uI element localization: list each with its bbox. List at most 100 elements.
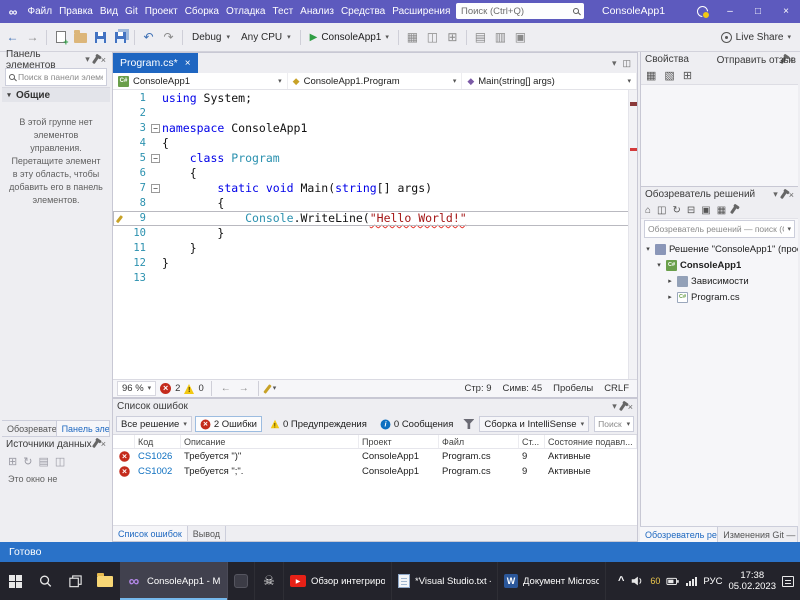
solution-explorer-header[interactable]: Обозреватель решений ▾ × <box>641 187 798 202</box>
tree-item-2[interactable]: ▸Зависимости <box>641 273 798 289</box>
error-column-header-icon[interactable] <box>113 435 135 448</box>
code-line-4[interactable]: 4{ <box>113 136 637 151</box>
fold-collapse-icon[interactable]: − <box>151 124 160 133</box>
error-scope-dropdown[interactable]: Все решение ▾ <box>116 416 192 432</box>
error-column-header-1[interactable]: Описание <box>181 435 359 448</box>
rows-icon[interactable]: ▤ <box>38 455 48 468</box>
toolbox-search-box[interactable] <box>5 68 107 86</box>
code-line-3[interactable]: 3−namespace ConsoleApp1 <box>113 121 637 136</box>
battery-icon[interactable] <box>666 574 680 588</box>
error-search-input[interactable] <box>598 419 623 429</box>
error-column-header-0[interactable]: Код <box>135 435 181 448</box>
menu-item-9[interactable]: Средства <box>337 0 388 23</box>
line-number[interactable]: 3 <box>126 121 149 136</box>
platform-dropdown[interactable]: Any CPU ▾ <box>236 28 296 47</box>
line-number[interactable]: 13 <box>126 271 149 286</box>
pin-icon[interactable] <box>92 440 99 448</box>
redo-icon[interactable]: ↷ <box>159 28 178 47</box>
save-icon[interactable] <box>91 28 110 47</box>
start-button[interactable] <box>0 562 30 600</box>
fold-collapse-icon[interactable]: − <box>151 154 160 163</box>
menu-item-0[interactable]: Файл <box>24 0 56 23</box>
code-line-10[interactable]: 10 } <box>113 226 637 241</box>
line-number[interactable]: 6 <box>126 166 149 181</box>
solution-search-input[interactable] <box>648 224 784 234</box>
warnings-filter-button[interactable]: 0 Предупреждения <box>265 416 372 432</box>
filter-icon[interactable] <box>463 419 474 429</box>
menu-item-1[interactable]: Правка <box>56 0 97 23</box>
messages-filter-button[interactable]: 0 Сообщения <box>375 416 458 432</box>
toolbox-dock-tab-0[interactable]: Обозревате... <box>2 421 57 436</box>
error-column-header-4[interactable]: Ст... <box>519 435 545 448</box>
navigate-back-icon[interactable]: ← <box>219 382 233 396</box>
code-line-8[interactable]: 8 { <box>113 196 637 211</box>
code-line-6[interactable]: 6 { <box>113 166 637 181</box>
columns-icon[interactable]: ◫ <box>423 28 442 47</box>
chevron-down-icon[interactable]: ▾ <box>612 58 617 69</box>
code-line-7[interactable]: 7− static void Main(string[] args) <box>113 181 637 196</box>
list-columns-icon[interactable]: ▥ <box>491 28 510 47</box>
errorlist-dock-tab-1[interactable]: Вывод <box>188 526 226 541</box>
toolbox-header[interactable]: Панель элементов ▾ × <box>2 52 110 67</box>
error-list-header[interactable]: Список ошибок ▾ × <box>113 399 637 414</box>
menu-item-3[interactable]: Git <box>121 0 141 23</box>
menu-item-2[interactable]: Вид <box>96 0 121 23</box>
taskbar-app-5[interactable]: WДокумент Microso... <box>498 562 606 600</box>
switch-views-icon[interactable]: ◫ <box>657 205 666 216</box>
toolbox-dock-tab-1[interactable]: Панель эле... <box>57 421 110 436</box>
code-editor[interactable]: 1using System;23−namespace ConsoleApp14{… <box>113 90 637 379</box>
refresh-icon[interactable]: ↻ <box>673 205 681 216</box>
line-number[interactable]: 1 <box>126 91 149 106</box>
expander-down-icon[interactable]: ▾ <box>644 245 652 253</box>
tree-item-3[interactable]: ▸C#Program.cs <box>641 289 798 305</box>
tree-item-0[interactable]: ▾Решение "ConsoleApp1" (проекты: 1 из 1) <box>641 241 798 257</box>
minimize-button[interactable]: – <box>716 0 744 23</box>
data-sources-header[interactable]: Источники данных × <box>2 436 110 451</box>
action-center-icon[interactable] <box>782 576 794 587</box>
collapse-all-icon[interactable]: ⊟ <box>687 205 695 216</box>
chevron-down-icon[interactable]: ▾ <box>85 54 90 65</box>
taskbar-app-2[interactable]: ☠ <box>255 562 284 600</box>
menu-item-10[interactable]: Расширения <box>389 0 454 23</box>
taskbar-app-3[interactable]: ▶Обзор интегриров... <box>284 562 392 600</box>
edit-mode-pencil-icon[interactable] <box>263 384 272 394</box>
line-number[interactable]: 7 <box>126 181 149 196</box>
menu-item-7[interactable]: Тест <box>269 0 297 23</box>
pin-icon[interactable] <box>780 190 787 198</box>
error-column-header-3[interactable]: Файл <box>439 435 519 448</box>
toolbox-search-input[interactable] <box>18 72 103 82</box>
code-line-12[interactable]: 12} <box>113 256 637 271</box>
menu-item-8[interactable]: Анализ <box>297 0 338 23</box>
error-count-icon[interactable] <box>160 383 171 394</box>
code-line-13[interactable]: 13 <box>113 271 637 286</box>
pin-icon[interactable] <box>92 55 99 63</box>
errors-filter-button[interactable]: 2 Ошибки <box>195 416 262 432</box>
open-folder-icon[interactable] <box>71 28 90 47</box>
error-code[interactable]: CS1026 <box>135 449 181 464</box>
line-number[interactable]: 12 <box>126 256 149 271</box>
code-line-1[interactable]: 1using System; <box>113 91 637 106</box>
new-file-icon[interactable] <box>51 28 70 47</box>
right-dock-tab-0[interactable]: Обозреватель реше... <box>640 527 718 542</box>
editor-scrollbar[interactable] <box>628 90 637 379</box>
close-button[interactable]: × <box>772 0 800 23</box>
error-row-1[interactable]: CS1002Требуется ";".ConsoleApp1Program.c… <box>113 464 637 479</box>
quick-search-input[interactable] <box>461 6 569 17</box>
chevron-down-icon[interactable]: ▾ <box>773 189 778 200</box>
error-source-dropdown[interactable]: Сборка и IntelliSense ▾ <box>479 416 589 432</box>
home-icon[interactable]: ⌂ <box>645 205 651 216</box>
language-indicator[interactable]: РУС <box>703 576 722 587</box>
nav-dropdown-1[interactable]: ◆ConsoleApp1.Program▾ <box>288 73 463 89</box>
plus-grid-icon[interactable]: ⊞ <box>443 28 462 47</box>
taskbar-app-4[interactable]: *Visual Studio.txt -... <box>392 562 498 600</box>
expander-down-icon[interactable]: ▾ <box>655 261 663 269</box>
quick-search-box[interactable] <box>456 3 584 19</box>
alphabetical-icon[interactable]: ▧ <box>664 69 674 82</box>
network-signal-icon[interactable] <box>686 576 697 586</box>
columns-icon[interactable]: ◫ <box>55 455 65 468</box>
code-line-5[interactable]: 5− class Program <box>113 151 637 166</box>
code-line-9[interactable]: 9 Console.WriteLine("Hello World!" <box>113 211 637 226</box>
expander-right-icon[interactable]: ▸ <box>666 277 674 285</box>
categorized-icon[interactable]: ▦ <box>646 69 656 82</box>
plus-grid-icon[interactable]: ⊞ <box>8 455 17 468</box>
